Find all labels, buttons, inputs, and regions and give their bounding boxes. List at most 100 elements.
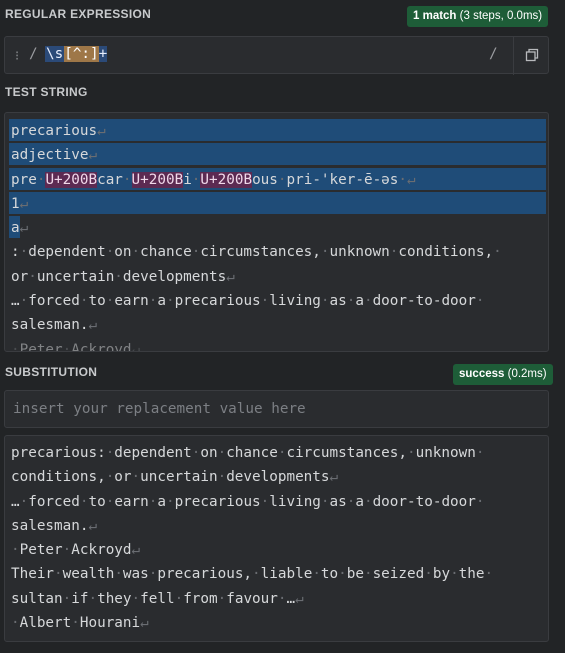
text-segment: Peter	[19, 542, 63, 559]
text-segment: earn	[114, 493, 149, 510]
whitespace-marker: ·	[11, 542, 20, 559]
test-string-line: adjective↵	[9, 143, 548, 167]
text-segment: Peter	[19, 341, 63, 352]
text-segment: precarious	[174, 493, 261, 510]
whitespace-marker: ↵	[140, 615, 149, 632]
text-segment: on	[200, 445, 218, 461]
text-segment: Ackroyd	[71, 542, 132, 559]
test-string-line: ·Peter·Ackroyd↵	[11, 338, 548, 352]
text-segment: precarious	[11, 123, 98, 139]
test-string-lines: precarious↵ adjective↵ pre·U+200Bcar·U+200…	[9, 119, 548, 352]
whitespace-marker: ·	[363, 493, 373, 510]
result-line: conditions,·or·uncertain·developments↵	[11, 465, 493, 489]
whitespace-marker: ·	[217, 445, 227, 461]
whitespace-marker: ·	[363, 566, 373, 583]
whitespace-marker: ·	[105, 469, 115, 486]
text-segment: uncertain	[36, 268, 115, 285]
whitespace-marker: ·	[260, 293, 270, 310]
text-segment: developments	[226, 469, 330, 486]
text-segment: on	[114, 244, 132, 261]
test-string-line: pre·U+200Bcar·U+200Bi·U+200Bous·pri-'ker…	[9, 167, 548, 192]
text-segment: door-to-door	[372, 293, 476, 310]
text-segment: precarious,	[157, 566, 253, 583]
whitespace-marker: ·	[217, 469, 227, 486]
whitespace-marker: ·	[19, 293, 29, 310]
match-info-badge[interactable]: 1 match (3 steps, 0.0ms)	[407, 6, 549, 27]
whitespace-marker: ·	[363, 293, 373, 310]
whitespace-marker: ·	[165, 293, 175, 310]
text-segment: as	[329, 493, 347, 510]
regex-pattern[interactable]: \s[^:]+	[45, 46, 108, 62]
whitespace-marker: ·	[62, 590, 72, 607]
whitespace-marker: ·	[131, 469, 141, 486]
text-segment: developments	[122, 268, 227, 285]
text-segment: as	[329, 293, 347, 310]
whitespace-marker: ·	[71, 615, 80, 632]
status-text: success	[459, 368, 505, 380]
text-segment: precarious	[174, 293, 261, 310]
text-segment: conditions,	[11, 469, 106, 486]
whitespace-marker: ·	[19, 244, 29, 261]
unicode-escape-token: U+200B	[200, 171, 253, 188]
text-segment: from	[183, 590, 218, 607]
regex-input-field[interactable]: ⁝ / \s[^:]+ /	[4, 36, 549, 75]
test-string-line: or·uncertain·developments↵	[11, 265, 548, 289]
text-segment: adjective	[11, 147, 89, 164]
whitespace-marker: ·	[406, 445, 416, 461]
whitespace-marker: ·	[338, 566, 347, 583]
copy-icon[interactable]	[525, 48, 539, 62]
text-segment: or	[11, 268, 29, 285]
whitespace-marker: ·	[484, 566, 494, 583]
whitespace-marker: ·	[475, 293, 485, 310]
whitespace-marker: ·	[11, 615, 20, 632]
whitespace-marker: ·	[450, 566, 459, 583]
text-segment: favour	[226, 590, 278, 607]
text-segment: Ackroyd	[71, 341, 132, 352]
text-segment: sultan	[11, 590, 63, 607]
token-negated-char-class: [^:]	[64, 46, 99, 62]
text-segment: a	[157, 293, 166, 310]
text-segment: ous	[252, 171, 278, 188]
token-quantifier: +	[98, 46, 108, 62]
text-segment: precarious:	[11, 445, 106, 461]
whitespace-marker: ·	[165, 493, 175, 510]
whitespace-marker: ·	[260, 493, 270, 510]
text-segment: wealth	[62, 566, 115, 583]
test-string-editor[interactable]: precarious↵ adjective↵ pre·U+200Bcar·U+200…	[4, 112, 549, 352]
divider	[513, 37, 514, 75]
regex-flags-delimiter[interactable]: /	[489, 46, 498, 62]
text-segment: a	[157, 493, 166, 510]
unicode-escape-token: U+200B	[45, 171, 98, 188]
text-segment: i	[183, 171, 192, 188]
test-string-line: a↵	[9, 216, 548, 240]
status-detail: (0.2ms)	[507, 368, 547, 380]
whitespace-marker: ·	[105, 244, 115, 261]
result-line: precarious:·dependent·on·chance·circumst…	[11, 441, 493, 465]
text-segment: Hourani	[79, 615, 141, 632]
whitespace-marker: ·	[277, 171, 287, 188]
whitespace-marker: ·↵	[398, 171, 416, 188]
whitespace-marker: ·	[54, 566, 63, 583]
result-line: Their·wealth·was·precarious,·liable·to·b…	[11, 562, 493, 586]
drag-handle-icon[interactable]: ⁝	[15, 48, 19, 64]
text-segment: earn	[114, 293, 149, 310]
text-segment: living	[269, 293, 321, 310]
text-segment: …	[11, 493, 20, 510]
text-segment: pre	[11, 171, 37, 188]
whitespace-marker: ·	[174, 590, 184, 607]
text-segment: chance	[140, 244, 192, 261]
text-segment: a	[11, 220, 20, 237]
whitespace-marker: ·	[62, 542, 72, 559]
whitespace-marker: ·	[217, 590, 227, 607]
result-line: sultan·if·they·fell·from·favour·…↵	[11, 587, 493, 611]
substitution-input-field[interactable]: insert your replacement value here	[4, 390, 549, 428]
text-segment: salesman.	[11, 317, 89, 334]
whitespace-marker: ·	[114, 268, 123, 285]
whitespace-marker: ·	[320, 493, 330, 510]
result-line: …·forced·to·earn·a·precarious·living·as·…	[11, 490, 493, 514]
whitespace-marker: ·	[475, 445, 485, 461]
regex-delimiter-open: /	[29, 46, 38, 62]
test-string-section-label: TEST STRING	[5, 85, 88, 99]
text-segment: living	[269, 493, 321, 510]
text-segment: or	[114, 469, 132, 486]
